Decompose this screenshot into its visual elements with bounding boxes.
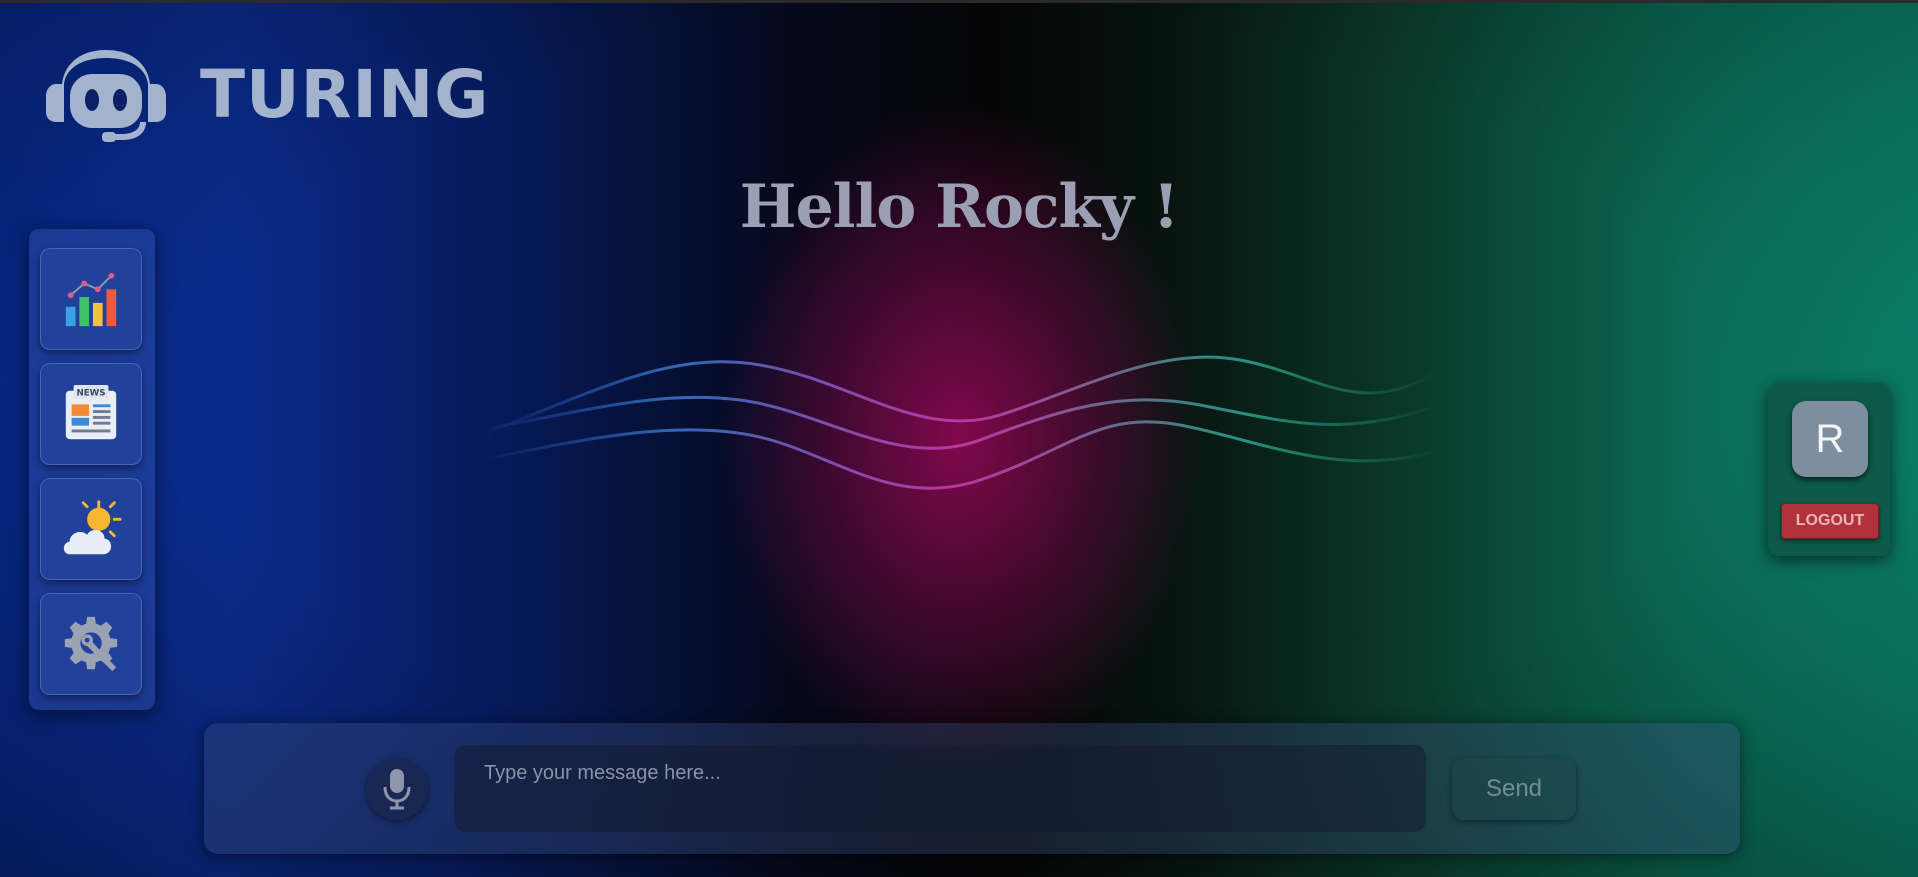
sidebar-item-settings[interactable]: [40, 593, 142, 695]
voice-wave-graphic: [480, 355, 1440, 490]
avatar[interactable]: R: [1792, 401, 1868, 477]
newspaper-icon: NEWS: [65, 384, 117, 440]
gear-wrench-icon: [64, 616, 118, 672]
user-panel: R LOGOUT: [1768, 383, 1890, 556]
logout-button[interactable]: LOGOUT: [1781, 503, 1879, 539]
app-logo: TURING: [42, 46, 489, 144]
sidebar-item-news[interactable]: NEWS: [40, 363, 142, 465]
chat-bar: Send: [204, 723, 1740, 854]
mic-button[interactable]: [366, 758, 428, 820]
send-button[interactable]: Send: [1452, 758, 1576, 820]
app-name: TURING: [200, 56, 490, 133]
sidebar-item-analytics[interactable]: [40, 248, 142, 350]
message-input[interactable]: [454, 745, 1426, 832]
sidebar-item-weather[interactable]: [40, 478, 142, 580]
microphone-icon: [383, 769, 411, 810]
news-icon-label: NEWS: [76, 389, 105, 399]
sidebar: NEWS: [29, 229, 155, 710]
weather-icon: [63, 500, 122, 555]
greeting-title: Hello Rocky !: [739, 172, 1179, 242]
bar-chart-icon: [65, 272, 117, 327]
robot-headset-icon: [46, 50, 166, 142]
top-border: [0, 0, 1918, 3]
